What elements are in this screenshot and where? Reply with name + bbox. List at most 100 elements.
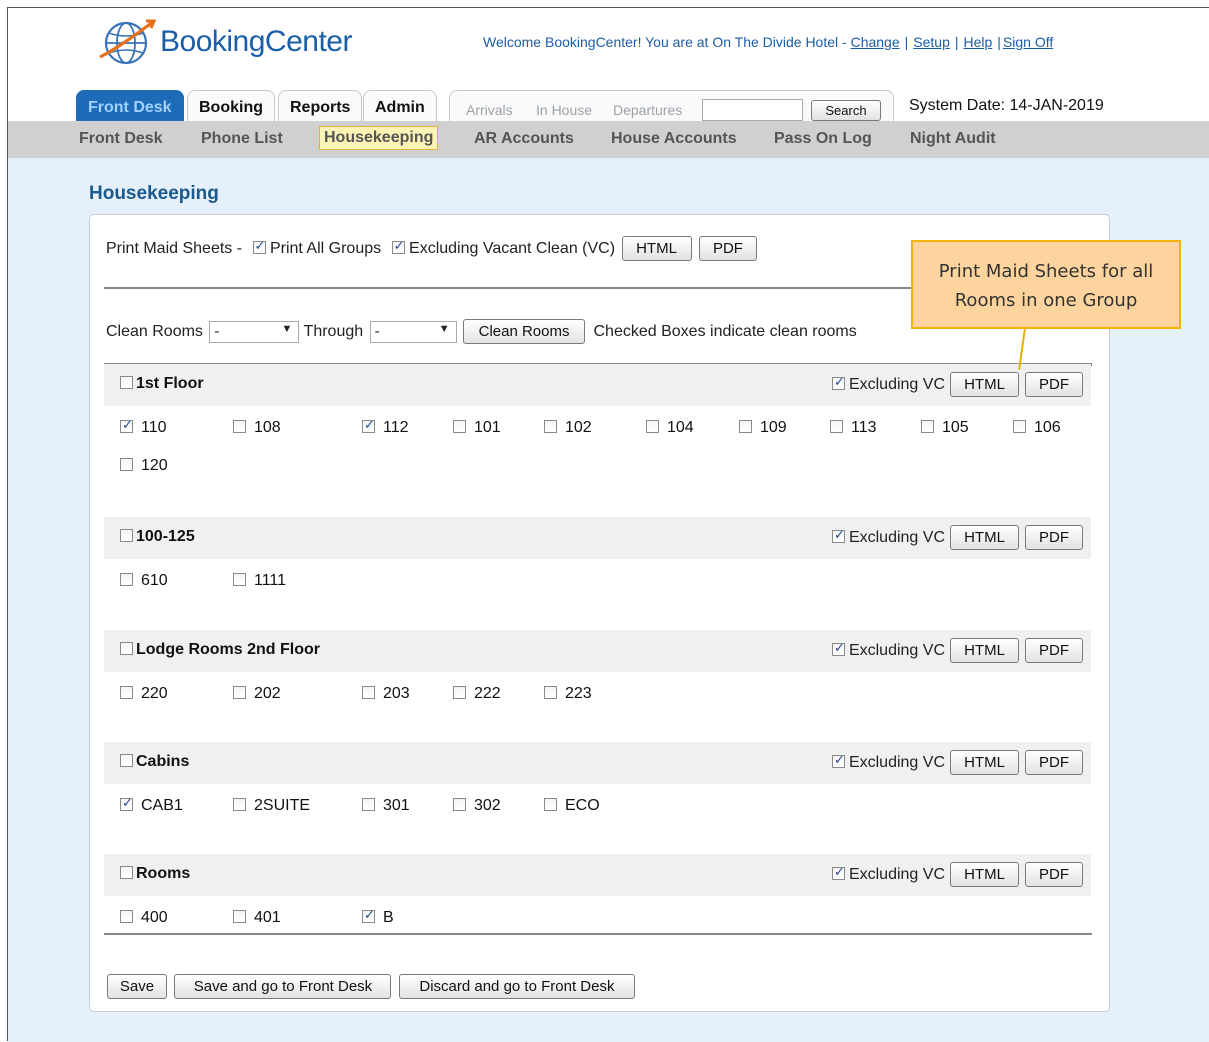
room-number: 401 xyxy=(254,909,281,926)
group-html-button[interactable]: HTML xyxy=(950,638,1019,663)
room-number: 106 xyxy=(1034,419,1061,436)
room-clean-checkbox[interactable] xyxy=(544,420,557,433)
clean-rooms-row: Clean Rooms - ▼ Through - ▼ Clean Rooms Ch… xyxy=(106,319,857,344)
clean-rooms-hint: Checked Boxes indicate clean rooms xyxy=(593,323,857,340)
room-clean-checkbox[interactable] xyxy=(362,798,375,811)
search-button[interactable]: Search xyxy=(811,100,881,121)
group-html-button[interactable]: HTML xyxy=(950,372,1019,397)
room-clean-checkbox[interactable] xyxy=(233,573,246,586)
subnav-ar-accounts[interactable]: AR Accounts xyxy=(474,130,574,148)
group-select-checkbox[interactable] xyxy=(120,376,133,389)
room-item: 105 xyxy=(921,419,969,437)
system-date: System Date: 14-JAN-2019 xyxy=(909,97,1104,114)
logo[interactable]: BookingCenter xyxy=(98,12,352,72)
room-clean-checkbox[interactable] xyxy=(120,458,133,471)
help-link[interactable]: Help xyxy=(964,34,993,50)
search-input[interactable] xyxy=(702,99,803,121)
group-html-button[interactable]: HTML xyxy=(950,750,1019,775)
housekeeping-panel: Print Maid Sheets - Print All Groups Exc… xyxy=(89,214,1110,1012)
room-number: CAB1 xyxy=(141,797,183,814)
room-clean-checkbox[interactable] xyxy=(830,420,843,433)
save-button[interactable]: Save xyxy=(107,974,167,999)
group-pdf-button[interactable]: PDF xyxy=(1025,862,1083,887)
room-clean-checkbox[interactable] xyxy=(120,686,133,699)
room-clean-checkbox[interactable] xyxy=(120,910,133,923)
group-pdf-button[interactable]: PDF xyxy=(1025,525,1083,550)
group-pdf-button[interactable]: PDF xyxy=(1025,372,1083,397)
subnav-house-accounts[interactable]: House Accounts xyxy=(611,130,737,148)
subnav-phone-list[interactable]: Phone List xyxy=(201,130,283,148)
group-select-checkbox[interactable] xyxy=(120,642,133,655)
room-clean-checkbox[interactable] xyxy=(739,420,752,433)
room-clean-checkbox[interactable] xyxy=(233,420,246,433)
room-clean-checkbox[interactable] xyxy=(120,795,133,811)
app-window: BookingCenter Welcome BookingCenter! You… xyxy=(7,7,1209,1042)
room-clean-checkbox[interactable] xyxy=(646,420,659,433)
room-clean-checkbox[interactable] xyxy=(362,907,375,923)
subnav-front-desk[interactable]: Front Desk xyxy=(79,130,163,148)
room-clean-checkbox[interactable] xyxy=(544,798,557,811)
room-clean-checkbox[interactable] xyxy=(453,798,466,811)
room-item: 104 xyxy=(646,419,694,437)
group-name: 100-125 xyxy=(120,528,195,546)
group-html-button[interactable]: HTML xyxy=(950,862,1019,887)
room-clean-checkbox[interactable] xyxy=(233,686,246,699)
group-excluding-vc-checkbox[interactable] xyxy=(831,527,845,543)
through-label: Through xyxy=(303,323,364,340)
clean-from-select[interactable]: - ▼ xyxy=(209,320,300,343)
change-link[interactable]: Change xyxy=(851,34,900,50)
discard-and-go-front-desk-button[interactable]: Discard and go to Front Desk xyxy=(398,974,635,999)
room-item: 220 xyxy=(120,685,168,703)
room-number: 105 xyxy=(942,419,969,436)
group-pdf-button[interactable]: PDF xyxy=(1025,638,1083,663)
group-select-checkbox[interactable] xyxy=(120,529,133,542)
group-excluding-vc-checkbox[interactable] xyxy=(831,752,845,768)
room-clean-checkbox[interactable] xyxy=(120,573,133,586)
room-number: 112 xyxy=(383,419,409,436)
group-excluding-vc-label: Excluding VC xyxy=(848,754,945,771)
group-excluding-vc-checkbox[interactable] xyxy=(831,640,845,656)
excluding-vc-checkbox[interactable] xyxy=(391,238,405,254)
room-clean-checkbox[interactable] xyxy=(544,686,557,699)
group-excluding-vc-checkbox[interactable] xyxy=(831,864,845,880)
departures-link[interactable]: Departures xyxy=(613,102,682,118)
arrivals-link[interactable]: Arrivals xyxy=(466,102,513,118)
room-number: ECO xyxy=(565,797,600,814)
print-maid-sheets-row: Print Maid Sheets - Print All Groups Exc… xyxy=(106,236,757,261)
group-excluding-vc-checkbox[interactable] xyxy=(831,374,845,390)
group-excluding-vc-label: Excluding VC xyxy=(848,642,945,659)
group-pdf-button[interactable]: PDF xyxy=(1025,750,1083,775)
room-item: 120 xyxy=(120,457,168,475)
callout-annotation: Print Maid Sheets for all Rooms in one G… xyxy=(911,240,1181,329)
room-clean-checkbox[interactable] xyxy=(921,420,934,433)
subnav-night-audit[interactable]: Night Audit xyxy=(910,130,996,148)
callout-line1: Print Maid Sheets for all xyxy=(938,261,1154,282)
save-and-go-front-desk-button[interactable]: Save and go to Front Desk xyxy=(174,974,392,999)
room-number: 222 xyxy=(474,685,501,702)
print-all-groups-checkbox[interactable] xyxy=(252,238,266,254)
print-all-html-button[interactable]: HTML xyxy=(621,236,692,261)
room-clean-checkbox[interactable] xyxy=(233,910,246,923)
setup-link[interactable]: Setup xyxy=(913,34,950,50)
room-clean-checkbox[interactable] xyxy=(453,420,466,433)
room-clean-checkbox[interactable] xyxy=(120,417,133,433)
room-clean-checkbox[interactable] xyxy=(362,417,375,433)
in-house-link[interactable]: In House xyxy=(536,102,592,118)
subnav-housekeeping[interactable]: Housekeeping xyxy=(319,126,439,150)
room-clean-checkbox[interactable] xyxy=(233,798,246,811)
signoff-link[interactable]: Sign Off xyxy=(1003,34,1053,50)
group-html-button[interactable]: HTML xyxy=(950,525,1019,550)
clean-rooms-button[interactable]: Clean Rooms xyxy=(463,319,586,344)
room-clean-checkbox[interactable] xyxy=(362,686,375,699)
excluding-vc-label: Excluding Vacant Clean (VC) xyxy=(409,240,616,257)
clean-to-select[interactable]: - ▼ xyxy=(369,320,457,343)
room-number: 203 xyxy=(383,685,410,702)
group-select-checkbox[interactable] xyxy=(120,866,133,879)
room-clean-checkbox[interactable] xyxy=(1013,420,1026,433)
group-select-checkbox[interactable] xyxy=(120,754,133,767)
subnav-pass-on-log[interactable]: Pass On Log xyxy=(774,130,872,148)
room-item: 1111 xyxy=(233,572,286,590)
room-clean-checkbox[interactable] xyxy=(453,686,466,699)
group-header: 100-125 Excluding VC HTMLPDF xyxy=(104,517,1091,559)
print-all-pdf-button[interactable]: PDF xyxy=(698,236,757,261)
